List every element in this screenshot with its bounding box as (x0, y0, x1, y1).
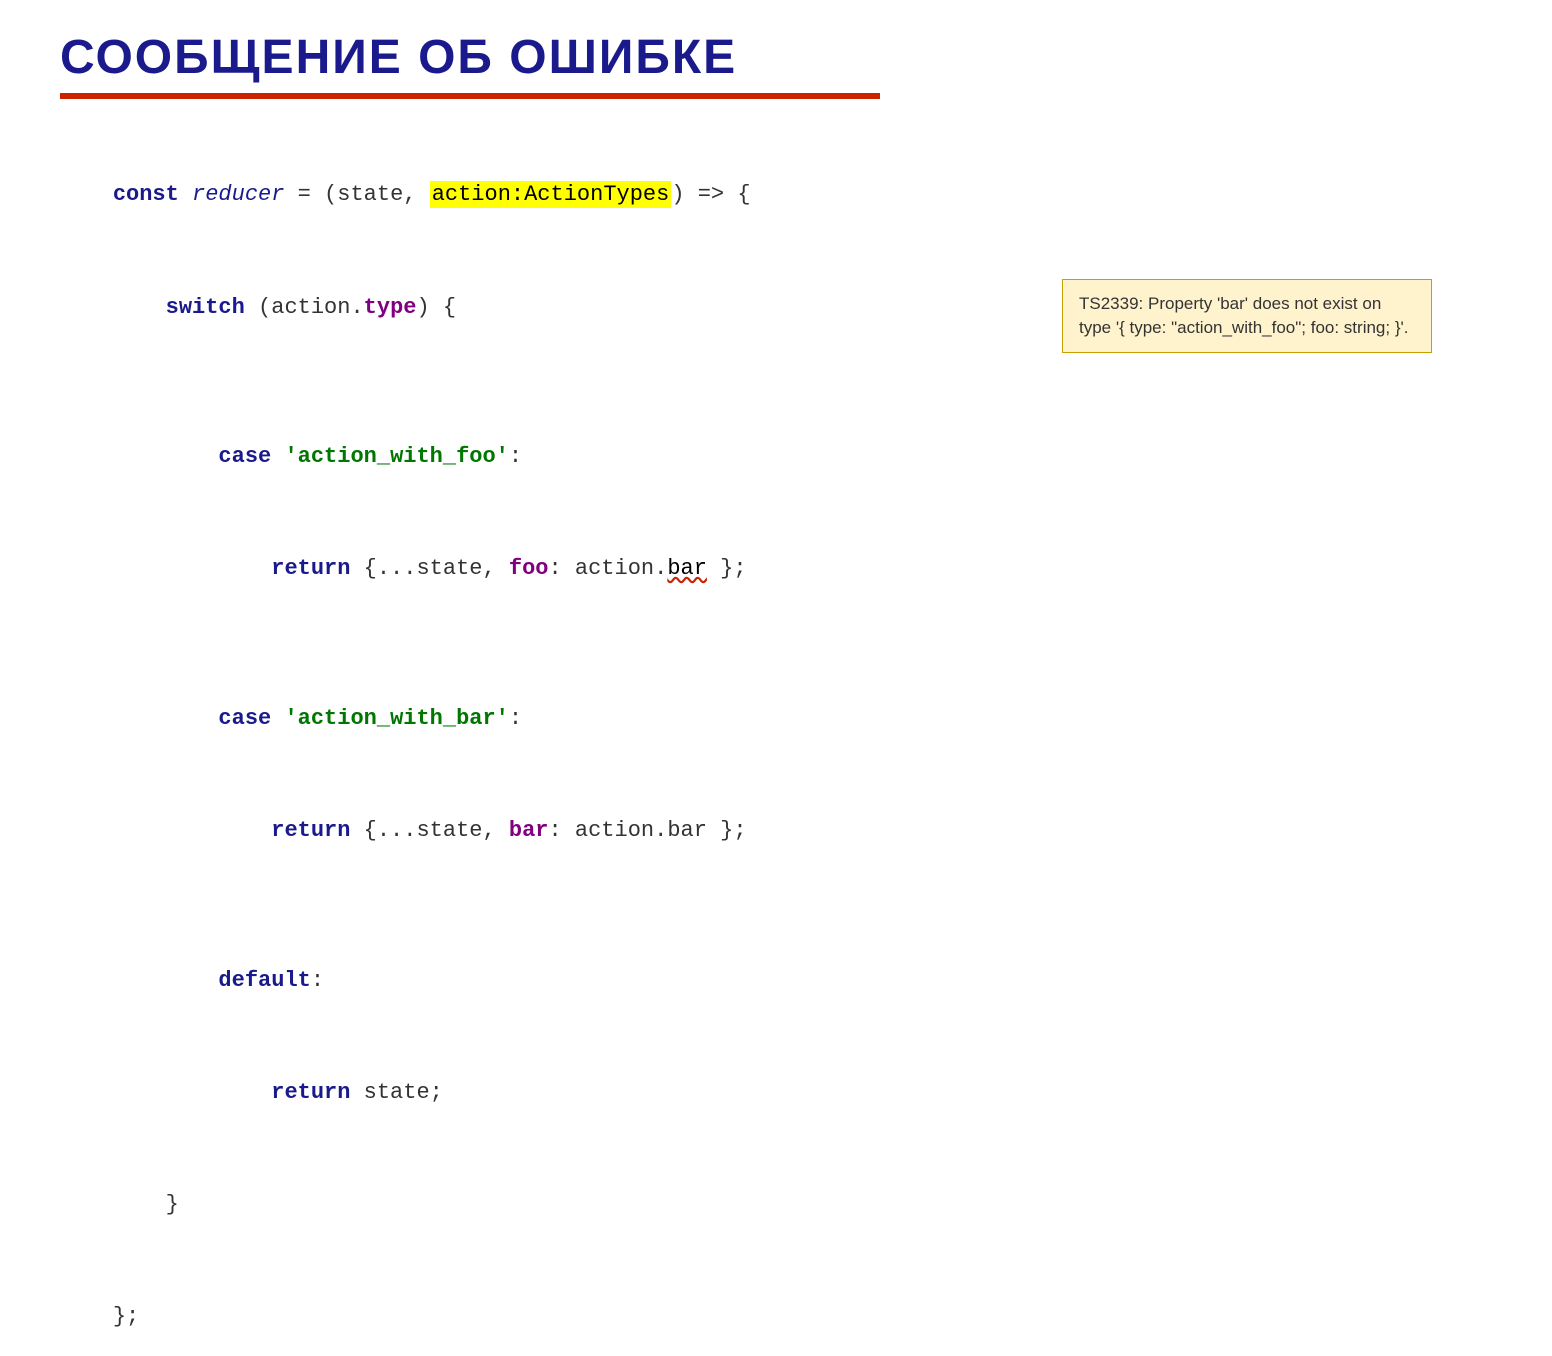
colon4: : (311, 968, 324, 993)
string-action-foo: 'action_with_foo' (271, 444, 509, 469)
keyword-return2: return (113, 818, 351, 843)
spread1: {...state, (350, 556, 508, 581)
keyword-case1: case (113, 444, 271, 469)
type-prop: type (364, 295, 417, 320)
space-1 (179, 182, 192, 207)
colon1: : (509, 444, 522, 469)
colon3: : (509, 706, 522, 731)
code-block: const reducer = (state, action:ActionTyp… (60, 139, 1492, 1356)
code-line-3: case 'action_with_foo': (60, 401, 1492, 513)
close-brace1: } (113, 1192, 179, 1217)
line1-eq: = (state, (284, 182, 429, 207)
code-line-1: const reducer = (state, action:ActionTyp… (60, 139, 1492, 251)
page-title: СООБЩЕНИЕ ОБ ОШИБКЕ (60, 30, 1492, 85)
keyword-switch: switch (113, 295, 245, 320)
close-brace2: }; (113, 1304, 139, 1329)
code-line-6: return {...state, bar: action.bar }; (60, 775, 1492, 887)
state-val: state; (350, 1080, 442, 1105)
title-underline (60, 93, 880, 99)
line6-rest: : action.bar }; (549, 818, 747, 843)
spread2: {...state, (350, 818, 508, 843)
keyword-case2: case (113, 706, 271, 731)
string-action-bar: 'action_with_bar' (271, 706, 509, 731)
line1-end: ) => { (671, 182, 750, 207)
reducer-name: reducer (192, 182, 284, 207)
code-line-5: case 'action_with_bar': (60, 662, 1492, 774)
code-line-8: return state; (60, 1036, 1492, 1148)
keyword-default: default (113, 968, 311, 993)
action-types-highlight: action:ActionTypes (430, 181, 672, 208)
code-line-empty3 (60, 887, 1492, 924)
bar-underline: bar (667, 556, 707, 581)
tooltip-text: TS2339: Property 'bar' does not exist on… (1079, 294, 1408, 337)
colon2: : action. (549, 556, 668, 581)
code-line-empty2 (60, 625, 1492, 662)
code-line-9: } (60, 1149, 1492, 1261)
keyword-return1: return (113, 556, 351, 581)
line4-end: }; (707, 556, 747, 581)
error-tooltip: TS2339: Property 'bar' does not exist on… (1062, 279, 1432, 353)
line2-rest: (action. (245, 295, 364, 320)
foo-prop: foo (509, 556, 549, 581)
code-line-empty1 (60, 363, 1492, 400)
bar-prop: bar (509, 818, 549, 843)
code-line-7: default: (60, 924, 1492, 1036)
keyword-const: const (113, 182, 179, 207)
keyword-return3: return (113, 1080, 351, 1105)
code-line-10: }; (60, 1261, 1492, 1356)
line2-brace: ) { (416, 295, 456, 320)
code-line-4: return {...state, foo: action.bar }; (60, 513, 1492, 625)
